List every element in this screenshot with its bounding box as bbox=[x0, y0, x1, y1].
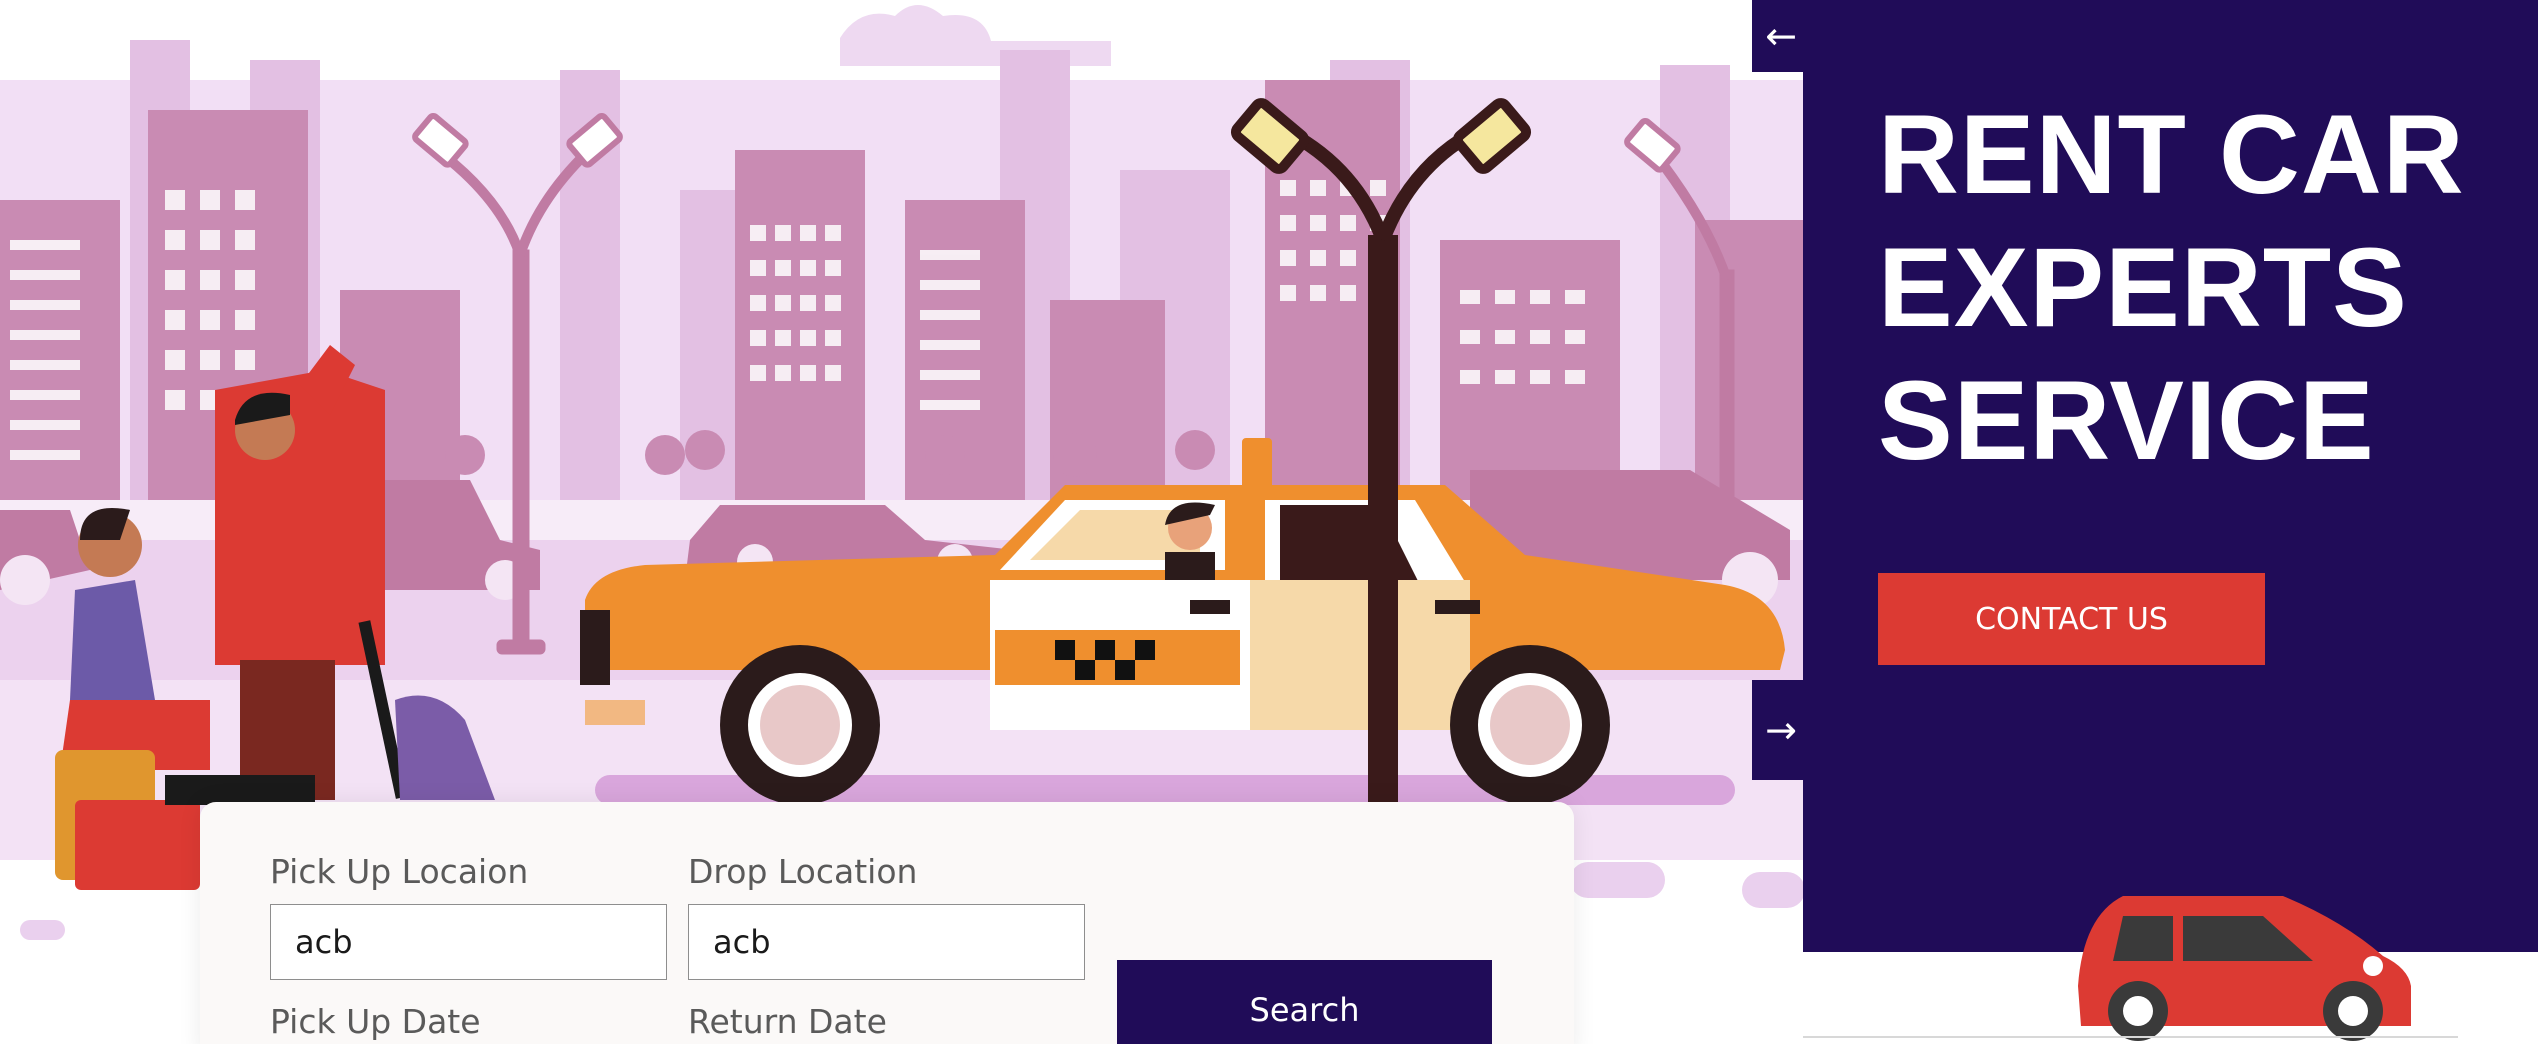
slider-next-button[interactable]: → bbox=[1752, 680, 1810, 780]
drop-location-input[interactable] bbox=[688, 904, 1085, 980]
pickup-location-input[interactable] bbox=[270, 904, 667, 980]
arrow-right-icon: → bbox=[1765, 708, 1797, 752]
promo-panel: RENT CAR EXPERTS SERVICE CONTACT US bbox=[1803, 0, 2538, 952]
divider-line bbox=[1803, 1036, 2458, 1038]
red-car-illustration bbox=[2073, 886, 2413, 1044]
red-car-svg bbox=[2078, 896, 2411, 1041]
search-button[interactable]: Search bbox=[1117, 960, 1492, 1044]
hero-title: RENT CAR EXPERTS SERVICE bbox=[1878, 92, 2465, 483]
contact-us-button[interactable]: CONTACT US bbox=[1878, 573, 2265, 665]
arrow-left-icon: ← bbox=[1765, 14, 1797, 58]
pickup-date-label: Pick Up Date bbox=[270, 1002, 481, 1041]
pickup-location-label: Pick Up Locaion bbox=[270, 852, 529, 891]
drop-location-label: Drop Location bbox=[688, 852, 918, 891]
booking-form: Pick Up Locaion Drop Location Pick Up Da… bbox=[200, 802, 1574, 1044]
slider-prev-button[interactable]: ← bbox=[1752, 0, 1810, 72]
return-date-label: Return Date bbox=[688, 1002, 887, 1041]
